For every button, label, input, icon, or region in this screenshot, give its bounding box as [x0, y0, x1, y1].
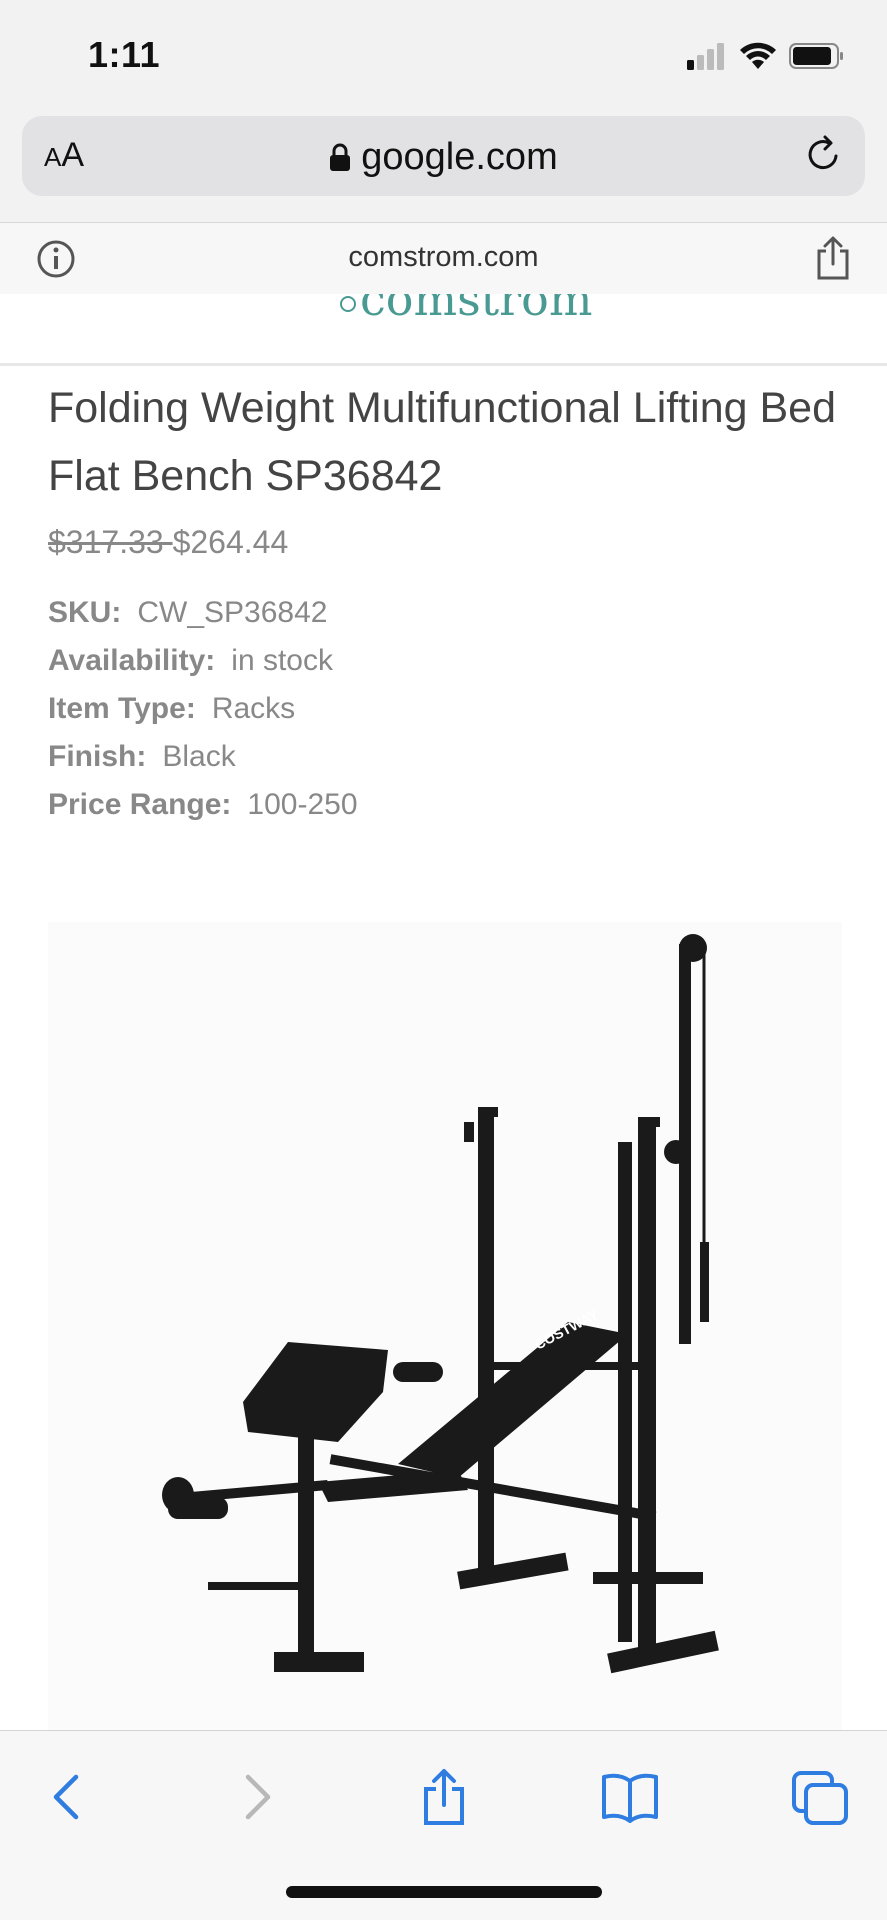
weight-bench-illustration: COSTWAY: [162, 934, 719, 1674]
site-domain[interactable]: comstrom.com: [0, 241, 887, 274]
logo-mark-icon: [340, 296, 356, 312]
spec-row-availability: Availability: in stock: [48, 644, 358, 692]
site-header: comstrom: [0, 294, 887, 366]
bookmarks-icon[interactable]: [600, 1767, 660, 1827]
spec-row-finish: Finish: Black: [48, 740, 358, 788]
spec-row-item-type: Item Type: Racks: [48, 692, 358, 740]
product-specs: SKU: CW_SP36842 Availability: in stock Ite…: [48, 596, 358, 836]
price-old: $317.33: [48, 524, 173, 560]
address-bar[interactable]: AA google.com: [22, 116, 865, 196]
spec-value: CW_SP36842: [137, 596, 328, 629]
back-icon[interactable]: [38, 1767, 98, 1827]
home-indicator: [286, 1886, 602, 1898]
spec-row-price-range: Price Range: 100-250: [48, 788, 358, 836]
url-text: google.com: [361, 136, 558, 178]
battery-icon: [789, 43, 843, 69]
status-icons: [687, 42, 845, 70]
spec-label: Finish:: [48, 740, 147, 773]
cellular-signal-icon: [687, 43, 724, 70]
share-icon[interactable]: [414, 1767, 474, 1827]
product-title: Folding Weight Multifunctional Lifting B…: [48, 384, 836, 500]
price: $317.33 $264.44: [48, 524, 288, 561]
wifi-icon: [740, 42, 776, 69]
product-image[interactable]: COSTWAY: [48, 922, 842, 1730]
site-info-bar: comstrom.com: [0, 222, 887, 294]
spec-value: in stock: [231, 644, 333, 677]
forward-icon[interactable]: [226, 1767, 286, 1827]
spec-label: Availability:: [48, 644, 216, 677]
spec-value: Racks: [211, 692, 296, 725]
price-new: $264.44: [172, 524, 289, 560]
tabs-icon[interactable]: [790, 1767, 850, 1827]
url-display[interactable]: google.com: [22, 136, 865, 179]
site-logo[interactable]: comstrom: [360, 294, 592, 326]
spec-row-sku: SKU: CW_SP36842: [48, 596, 358, 644]
reload-icon[interactable]: [803, 134, 845, 176]
share-icon[interactable]: [815, 235, 851, 281]
lock-icon: [330, 143, 351, 171]
spec-label: Price Range:: [48, 788, 232, 821]
spec-value: 100-250: [247, 788, 358, 821]
address-bar-area: AA google.com: [0, 112, 887, 222]
status-bar: 1:11: [0, 0, 887, 112]
status-time: 1:11: [88, 34, 161, 75]
spec-label: SKU:: [48, 596, 122, 629]
spec-value: Black: [162, 740, 236, 773]
spec-label: Item Type:: [48, 692, 196, 725]
